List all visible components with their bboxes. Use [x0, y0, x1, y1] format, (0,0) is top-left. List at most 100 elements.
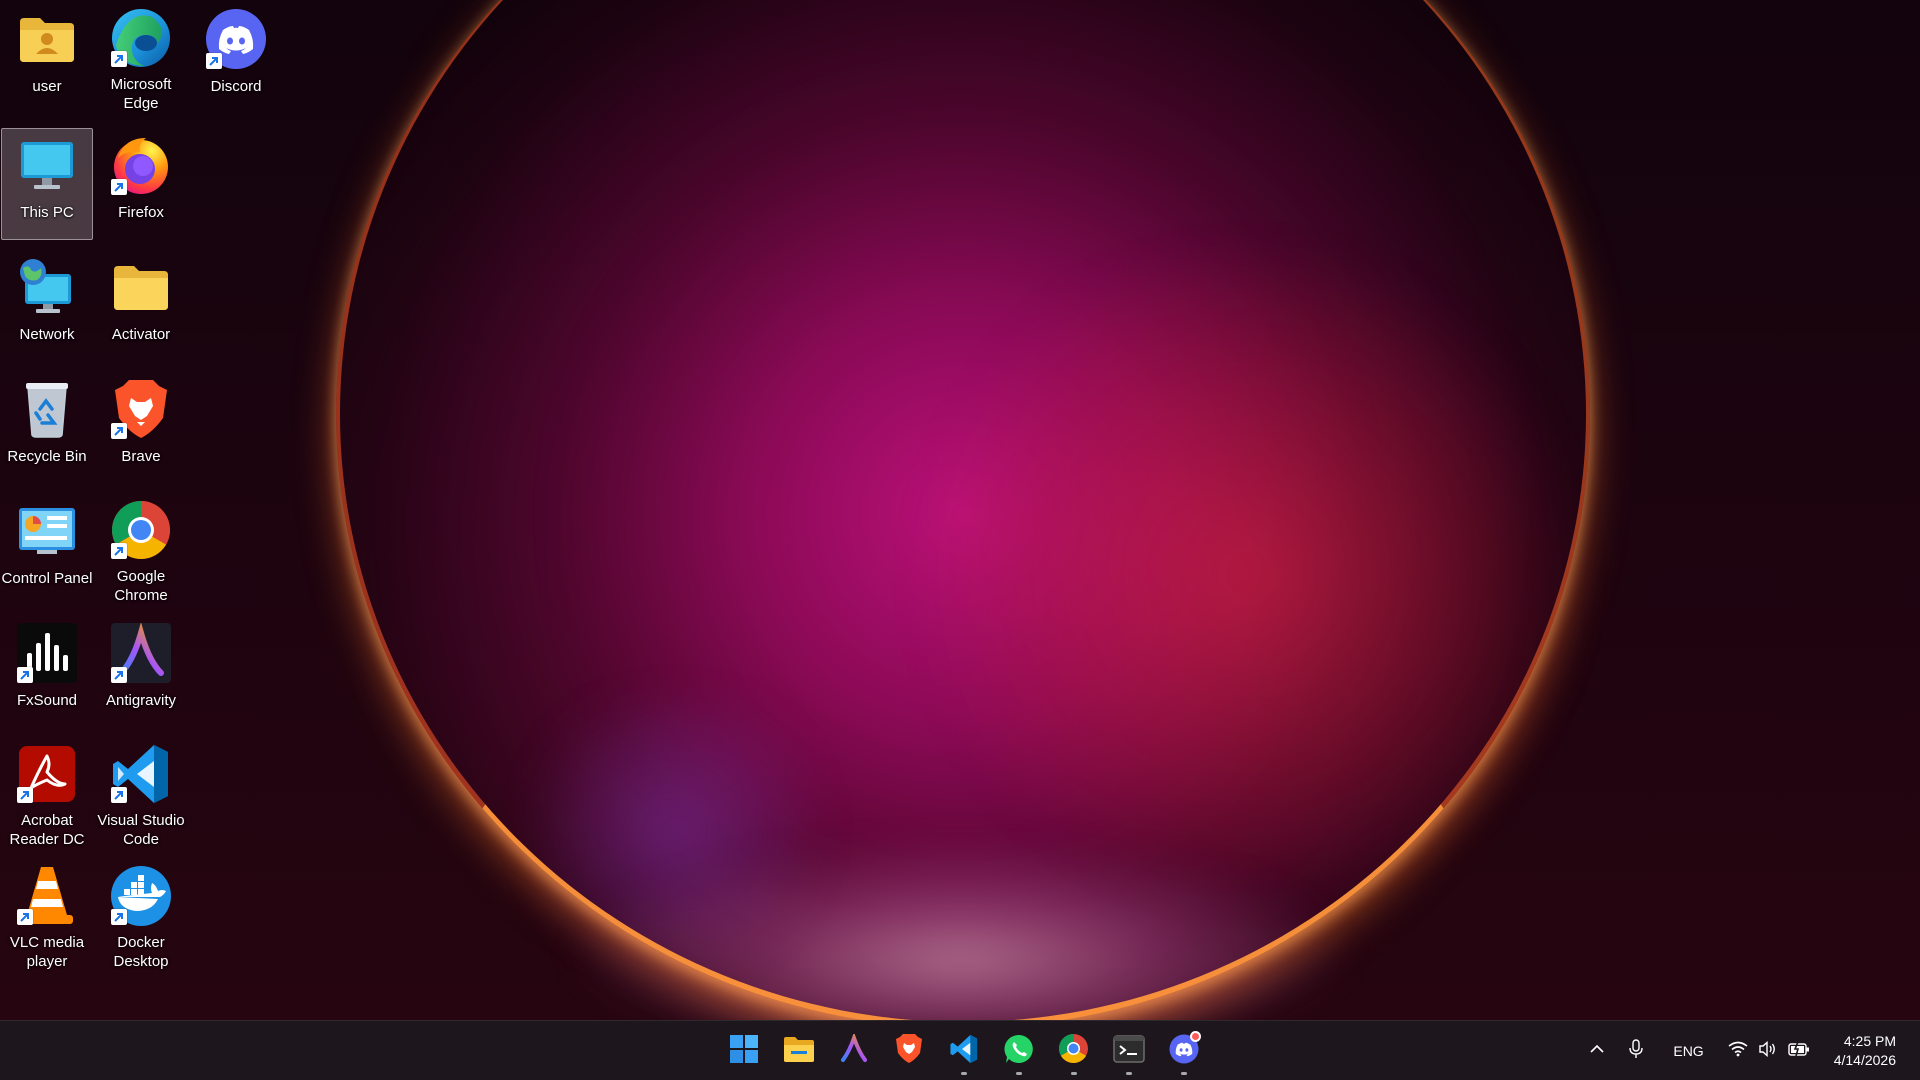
vlc-icon: [15, 865, 79, 927]
docker-icon: [109, 865, 173, 927]
desktop-icon-network[interactable]: Network: [1, 250, 93, 362]
taskbar-antigravity[interactable]: [826, 1024, 881, 1078]
user-folder-icon: [15, 7, 79, 71]
fxsound-icon: [15, 621, 79, 685]
desktop-icon-brave[interactable]: Brave: [95, 372, 187, 484]
running-indicator: [1180, 1072, 1187, 1075]
microphone-button[interactable]: [1613, 1031, 1659, 1071]
desktop-icon-label: user: [32, 78, 62, 95]
desktop-icon-label: Control Panel: [1, 570, 93, 587]
notification-badge: [1190, 1031, 1201, 1042]
desktop-icon-label: FxSound: [16, 692, 78, 709]
taskbar-brave[interactable]: [881, 1024, 936, 1078]
desktop-icon-control-panel[interactable]: Control Panel: [1, 494, 93, 606]
taskbar-terminal[interactable]: [1101, 1024, 1156, 1078]
desktop-icon-recycle-bin[interactable]: Recycle Bin: [1, 372, 93, 484]
edge-icon: [109, 7, 173, 69]
clock-date: 4/14/2026: [1833, 1052, 1896, 1068]
shortcut-arrow-icon: [111, 667, 127, 683]
desktop-icon-label: Microsoft Edge: [110, 76, 172, 112]
network-icon: [15, 255, 79, 319]
desktop-icon-label: This PC: [20, 204, 74, 221]
folder-icon: [109, 255, 173, 319]
windows-start-icon: [729, 1034, 759, 1069]
desktop-icon-this-pc[interactable]: This PC: [1, 128, 93, 240]
running-indicator: [960, 1072, 967, 1075]
desktop-icon-label: Firefox: [118, 204, 164, 221]
chevron-up-icon: [1589, 1042, 1605, 1060]
file-explorer-icon: [783, 1035, 815, 1068]
running-indicator: [1015, 1072, 1022, 1075]
desktop-icon-label: Docker Desktop: [113, 934, 169, 970]
running-indicator: [1125, 1072, 1132, 1075]
chrome-icon: [109, 499, 173, 561]
desktop-icon-visual-studio-code[interactable]: Visual Studio Code: [95, 738, 187, 850]
monitor-icon: [15, 133, 79, 197]
taskbar-apps: [716, 1021, 1211, 1080]
taskbar-chrome[interactable]: [1046, 1024, 1101, 1078]
desktop-icon-user[interactable]: user: [1, 2, 93, 114]
chrome-icon: [1058, 1033, 1089, 1069]
desktop-icon-label: Antigravity: [105, 692, 177, 709]
taskbar-whatsapp[interactable]: [991, 1024, 1046, 1078]
discord-icon: [204, 7, 268, 71]
shortcut-arrow-icon: [17, 787, 33, 803]
desktop-icon-acrobat-reader-dc[interactable]: Acrobat Reader DC: [1, 738, 93, 850]
desktop-icon-label: Network: [19, 326, 75, 343]
desktop-icon-discord[interactable]: Discord: [190, 2, 282, 114]
brave-icon: [895, 1033, 923, 1069]
show-hidden-icons-button[interactable]: [1581, 1031, 1613, 1071]
desktop-icon-fxsound[interactable]: FxSound: [1, 616, 93, 728]
taskbar-file-explorer[interactable]: [771, 1024, 826, 1078]
taskbar-discord[interactable]: [1156, 1024, 1211, 1078]
start-button[interactable]: [716, 1024, 771, 1078]
desktop-wallpaper: [0, 0, 1920, 1020]
system-tray: ENG 4:25 PM 4/14/2026: [1581, 1021, 1920, 1080]
desktop-icon-label: Visual Studio Code: [97, 812, 185, 848]
antigravity-icon: [839, 1031, 869, 1069]
desktop-icon-google-chrome[interactable]: Google Chrome: [95, 494, 187, 606]
wifi-icon: [1728, 1041, 1748, 1062]
desktop-icon-label: Activator: [111, 326, 171, 343]
shortcut-arrow-icon: [111, 543, 127, 559]
desktop-icon-firefox[interactable]: Firefox: [95, 128, 187, 240]
clock-time: 4:25 PM: [1843, 1033, 1896, 1049]
shortcut-arrow-icon: [111, 423, 127, 439]
shortcut-arrow-icon: [111, 179, 127, 195]
battery-charging-icon: [1788, 1041, 1810, 1062]
terminal-icon: [1112, 1034, 1145, 1068]
desktop-icon-grid: user Microsoft Edge Discord This PC Fire…: [0, 0, 266, 1010]
vscode-icon: [109, 743, 173, 805]
desktop-icon-label: VLC media player: [9, 934, 85, 970]
desktop-icon-activator[interactable]: Activator: [95, 250, 187, 362]
firefox-icon: [109, 133, 173, 197]
brave-icon: [109, 377, 173, 441]
desktop-icon-label: Google Chrome: [114, 568, 168, 604]
desktop-icon-antigravity[interactable]: Antigravity: [95, 616, 187, 728]
quick-settings-button[interactable]: [1718, 1031, 1820, 1071]
shortcut-arrow-icon: [111, 787, 127, 803]
control-panel-icon: [15, 499, 79, 563]
desktop-icon-vlc-media-player[interactable]: VLC media player: [1, 860, 93, 972]
taskbar-clock[interactable]: 4:25 PM 4/14/2026: [1820, 1032, 1920, 1070]
antigravity-icon: [109, 621, 173, 685]
shortcut-arrow-icon: [17, 909, 33, 925]
desktop-icon-microsoft-edge[interactable]: Microsoft Edge: [95, 2, 187, 114]
input-language-indicator[interactable]: ENG: [1659, 1031, 1717, 1071]
whatsapp-icon: [1003, 1033, 1035, 1070]
running-indicator: [1070, 1072, 1077, 1075]
microphone-icon: [1629, 1038, 1644, 1064]
desktop-icon-label: Brave: [121, 448, 161, 465]
desktop-icon-label: Recycle Bin: [7, 448, 87, 465]
desktop-icon-docker-desktop[interactable]: Docker Desktop: [95, 860, 187, 972]
volume-icon: [1758, 1040, 1778, 1062]
shortcut-arrow-icon: [206, 53, 222, 69]
shortcut-arrow-icon: [111, 51, 127, 67]
desktop-icon-label: Acrobat Reader DC: [9, 812, 85, 848]
desktop-icon-label: Discord: [210, 78, 262, 95]
taskbar-vscode[interactable]: [936, 1024, 991, 1078]
acrobat-icon: [15, 743, 79, 805]
shortcut-arrow-icon: [17, 667, 33, 683]
recycle-bin-icon: [15, 377, 79, 441]
vscode-icon: [949, 1034, 979, 1069]
